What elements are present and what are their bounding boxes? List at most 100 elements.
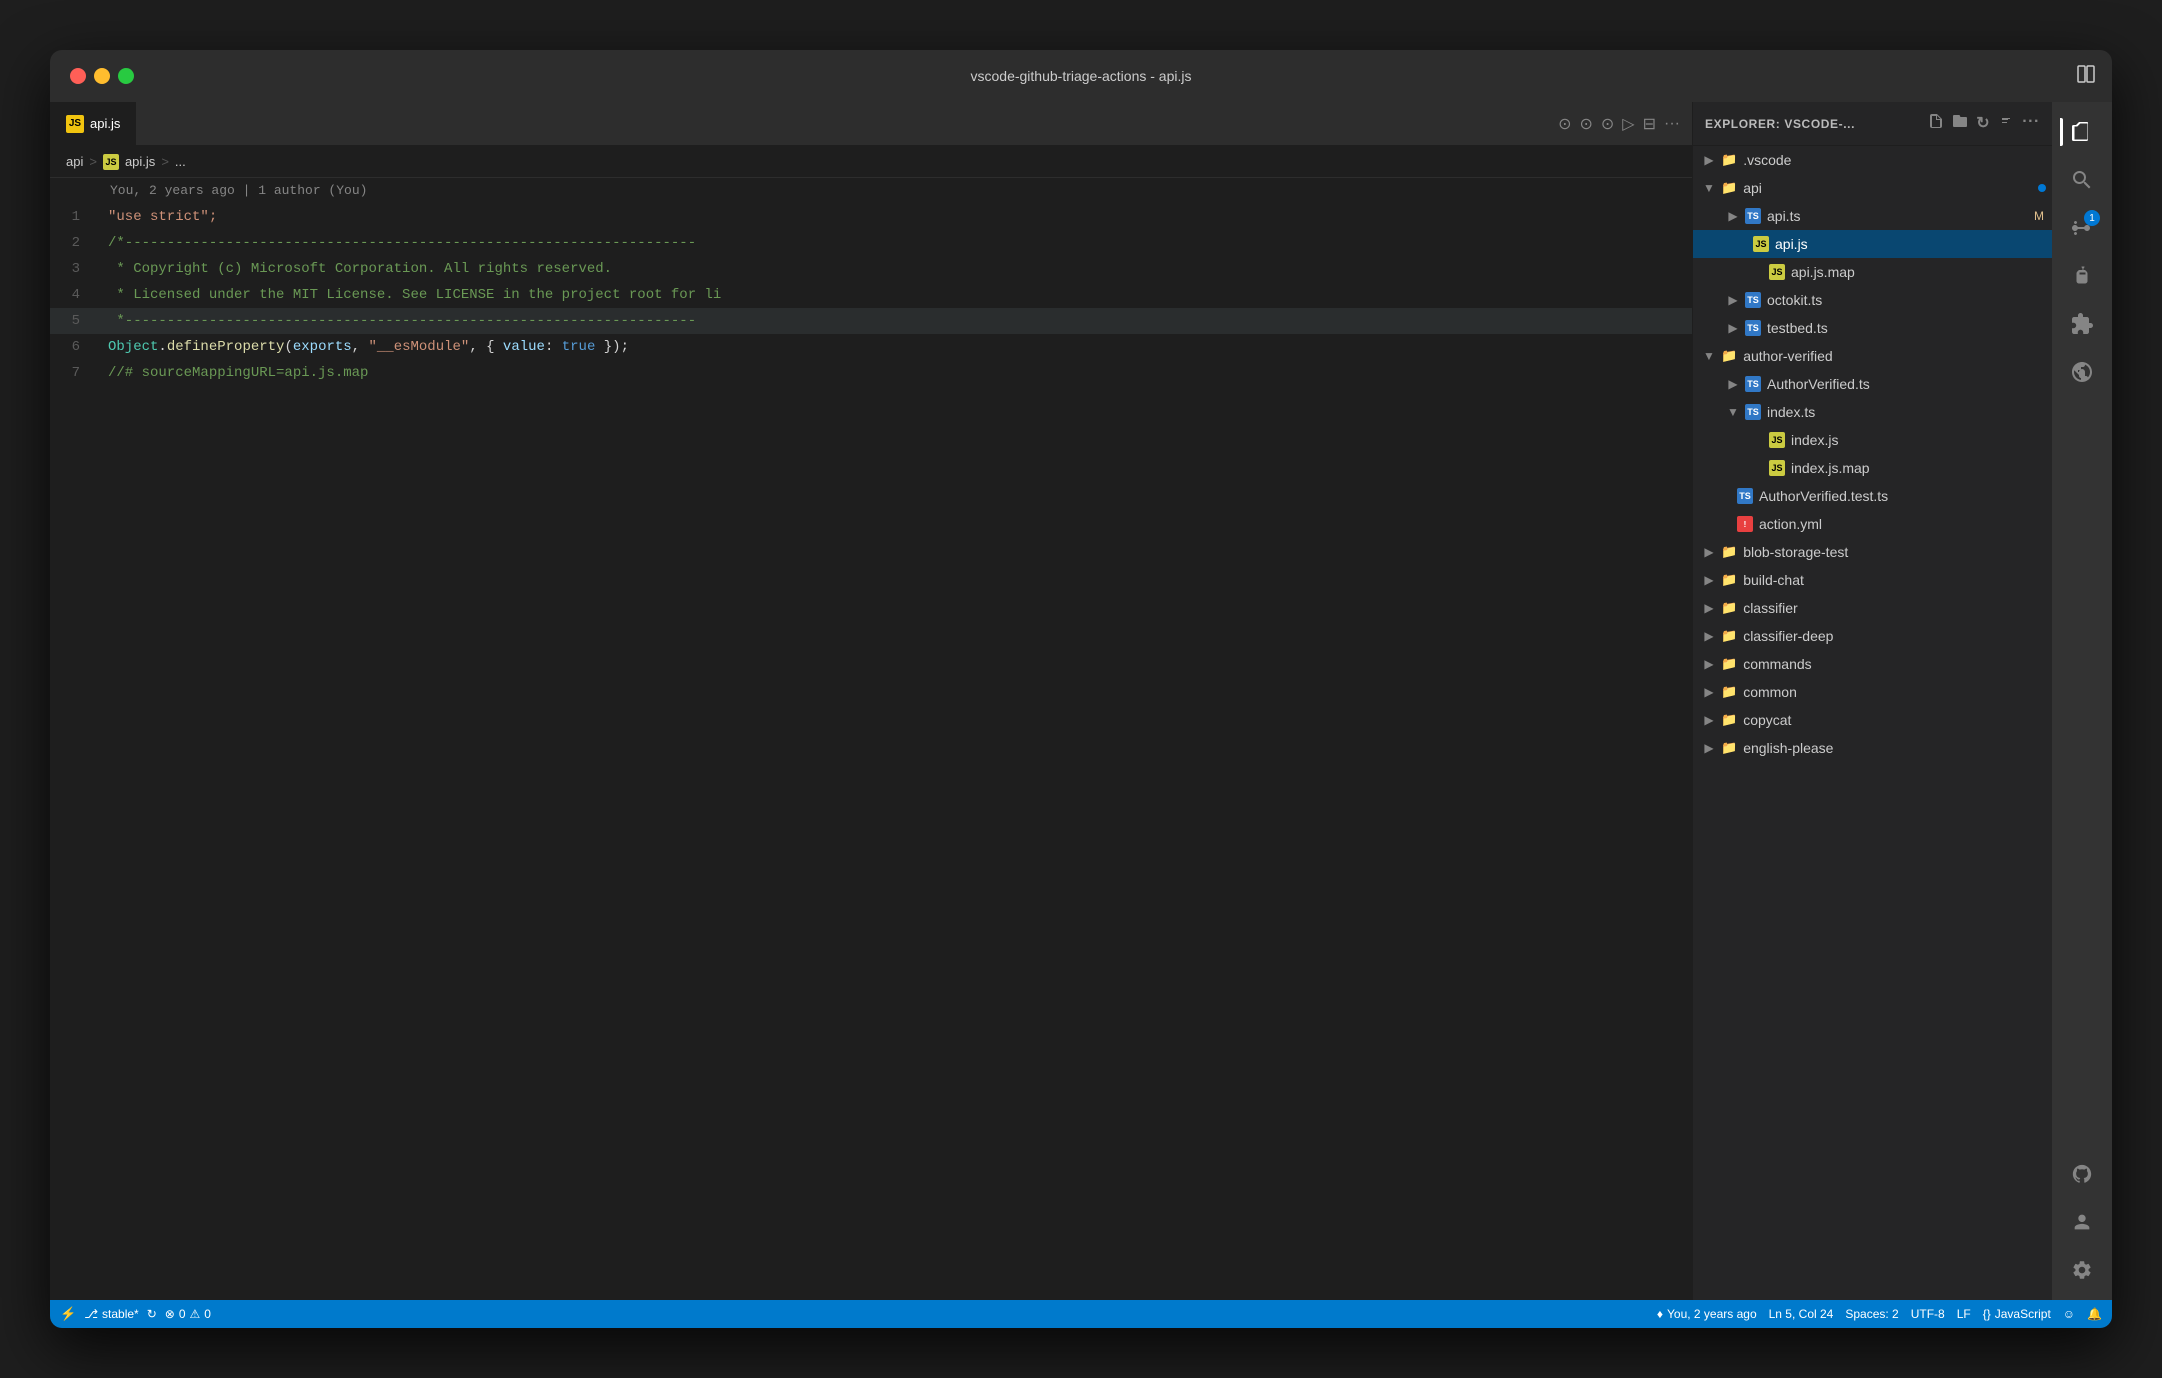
sidebar-header-actions: ↻ ··· (1928, 113, 2040, 134)
ts-file-icon: TS (1745, 292, 1761, 308)
status-line-col[interactable]: Ln 5, Col 24 (1769, 1307, 1834, 1321)
code-line: 1 "use strict"; (50, 204, 1692, 230)
sync-icon[interactable]: ⊙ (1601, 114, 1614, 134)
code-lines: 1 "use strict"; 2 /*--------------------… (50, 204, 1692, 1300)
editor-actions: ⊙ ⊙ ⊙ ▷ ⊟ ··· (1558, 102, 1692, 145)
status-line-ending[interactable]: LF (1957, 1307, 1971, 1321)
tab-api-js[interactable]: JS api.js (50, 102, 137, 145)
tree-item-english-please[interactable]: ▶ 📁 english-please (1693, 734, 2052, 762)
chevron-right-icon: ▶ (1701, 741, 1717, 755)
activity-explorer[interactable] (2060, 110, 2104, 154)
tree-item-classifier[interactable]: ▶ 📁 classifier (1693, 594, 2052, 622)
status-sync[interactable]: ↻ (147, 1307, 157, 1321)
chevron-right-icon: ▶ (1701, 657, 1717, 671)
tab-label: api.js (90, 116, 120, 131)
new-file-icon[interactable] (1928, 113, 1944, 134)
code-line: 6 Object.defineProperty(exports, "__esMo… (50, 334, 1692, 360)
layout-icon[interactable] (2076, 64, 2096, 89)
tree-item-api-js[interactable]: ▶ JS api.js (1693, 230, 2052, 258)
code-editor[interactable]: You, 2 years ago | 1 author (You) 1 "use… (50, 178, 1692, 1300)
close-button[interactable] (70, 68, 86, 84)
tree-item-av-test[interactable]: ▶ TS AuthorVerified.test.ts (1693, 482, 2052, 510)
activity-github[interactable] (2060, 1152, 2104, 1196)
maximize-button[interactable] (118, 68, 134, 84)
status-encoding[interactable]: UTF-8 (1911, 1307, 1945, 1321)
expand-ts-icon: ▶ (1725, 209, 1741, 223)
explorer-title: EXPLORER: VSCODE-... (1705, 117, 1928, 131)
activity-source-control[interactable]: 1 (2060, 206, 2104, 250)
tree-item-classifier-deep[interactable]: ▶ 📁 classifier-deep (1693, 622, 2052, 650)
tab-bar: JS api.js ⊙ ⊙ ⊙ ▷ ⊟ ··· (50, 102, 1692, 146)
chevron-down-icon: ▼ (1701, 181, 1717, 195)
tree-item-index-ts[interactable]: ▼ TS index.ts (1693, 398, 2052, 426)
refresh-icon[interactable]: ↻ (1976, 113, 1990, 134)
js-file-icon: JS (1769, 460, 1785, 476)
tree-item-api-js-map[interactable]: ▶ JS api.js.map (1693, 258, 2052, 286)
go-forward-icon[interactable]: ⊙ (1579, 114, 1592, 134)
tree-item-octokit[interactable]: ▶ TS octokit.ts (1693, 286, 2052, 314)
tree-item-api[interactable]: ▼ 📁 api (1693, 174, 2052, 202)
source-control-badge: 1 (2084, 210, 2100, 226)
ts-file-icon: TS (1745, 376, 1761, 392)
activity-extensions[interactable] (2060, 302, 2104, 346)
tree-item-copycat[interactable]: ▶ 📁 copycat (1693, 706, 2052, 734)
chevron-right-icon: ▶ (1701, 153, 1717, 167)
activity-account[interactable] (2060, 1200, 2104, 1244)
status-spaces[interactable]: Spaces: 2 (1845, 1307, 1898, 1321)
window-title: vscode-github-triage-actions - api.js (971, 68, 1192, 84)
split-editor-icon[interactable]: ⊟ (1643, 114, 1656, 134)
activity-run[interactable] (2060, 254, 2104, 298)
chevron-right-icon: ▶ (1701, 713, 1717, 727)
file-tree: ▶ 📁 .vscode ▼ 📁 api ▶ TS (1693, 146, 2052, 1300)
tree-item-vscode[interactable]: ▶ 📁 .vscode (1693, 146, 2052, 174)
chevron-right-icon: ▶ (1725, 321, 1741, 335)
breadcrumb: api > JS api.js > ... (50, 146, 1692, 178)
ts-file-icon: TS (1745, 320, 1761, 336)
chevron-right-icon: ▶ (1701, 629, 1717, 643)
code-line: 4 * Licensed under the MIT License. See … (50, 282, 1692, 308)
tree-item-api-ts[interactable]: ▶ TS api.ts M (1693, 202, 2052, 230)
collapse-all-icon[interactable] (1998, 113, 2014, 134)
activity-settings[interactable] (2060, 1248, 2104, 1292)
code-line: 7 //# sourceMappingURL=api.js.map (50, 360, 1692, 386)
breadcrumb-more[interactable]: ... (175, 154, 186, 169)
breadcrumb-api[interactable]: api (66, 154, 83, 169)
go-back-icon[interactable]: ⊙ (1558, 114, 1571, 134)
tree-item-testbed[interactable]: ▶ TS testbed.ts (1693, 314, 2052, 342)
chevron-right-icon: ▶ (1701, 573, 1717, 587)
tree-item-author-verified[interactable]: ▼ 📁 author-verified (1693, 342, 2052, 370)
tree-item-blob-storage[interactable]: ▶ 📁 blob-storage-test (1693, 538, 2052, 566)
tree-item-build-chat[interactable]: ▶ 📁 build-chat (1693, 566, 2052, 594)
activity-bar: 1 (2052, 102, 2112, 1300)
tree-item-index-js[interactable]: ▶ JS index.js (1693, 426, 2052, 454)
tree-item-action-yml[interactable]: ▶ ! action.yml (1693, 510, 2052, 538)
status-errors[interactable]: ⊗ 0 ⚠ 0 (165, 1307, 211, 1321)
status-language[interactable]: {} JavaScript (1983, 1307, 2051, 1321)
activity-search[interactable] (2060, 158, 2104, 202)
status-blame[interactable]: ♦ You, 2 years ago (1657, 1307, 1757, 1321)
more-sidebar-icon[interactable]: ··· (2022, 113, 2040, 134)
chevron-right-icon: ▶ (1701, 685, 1717, 699)
yml-file-icon: ! (1737, 516, 1753, 532)
code-line: 5 *-------------------------------------… (50, 308, 1692, 334)
new-folder-icon[interactable] (1952, 113, 1968, 134)
run-icon[interactable]: ▷ (1622, 114, 1634, 134)
chevron-right-icon: ▶ (1725, 293, 1741, 307)
traffic-lights (50, 68, 134, 84)
minimize-button[interactable] (94, 68, 110, 84)
modified-m-badge: M (2034, 209, 2044, 223)
tree-item-common[interactable]: ▶ 📁 common (1693, 678, 2052, 706)
status-feedback[interactable]: ☺ (2063, 1307, 2075, 1321)
ts-file-icon: TS (1745, 404, 1761, 420)
status-branch[interactable]: ⎇ stable* (84, 1307, 139, 1321)
tree-item-authorverified-ts[interactable]: ▶ TS AuthorVerified.ts (1693, 370, 2052, 398)
status-notifications[interactable]: 🔔 (2087, 1307, 2102, 1321)
more-actions-icon[interactable]: ··· (1664, 115, 1680, 133)
status-remote[interactable]: ⚡ (60, 1306, 76, 1322)
activity-remote[interactable] (2060, 350, 2104, 394)
sidebar-header: EXPLORER: VSCODE-... ↻ ··· (1693, 102, 2052, 146)
js-file-icon: JS (1753, 236, 1769, 252)
tree-item-commands[interactable]: ▶ 📁 commands (1693, 650, 2052, 678)
tree-item-index-js-map[interactable]: ▶ JS index.js.map (1693, 454, 2052, 482)
sidebar: EXPLORER: VSCODE-... ↻ ··· (1692, 102, 2052, 1300)
